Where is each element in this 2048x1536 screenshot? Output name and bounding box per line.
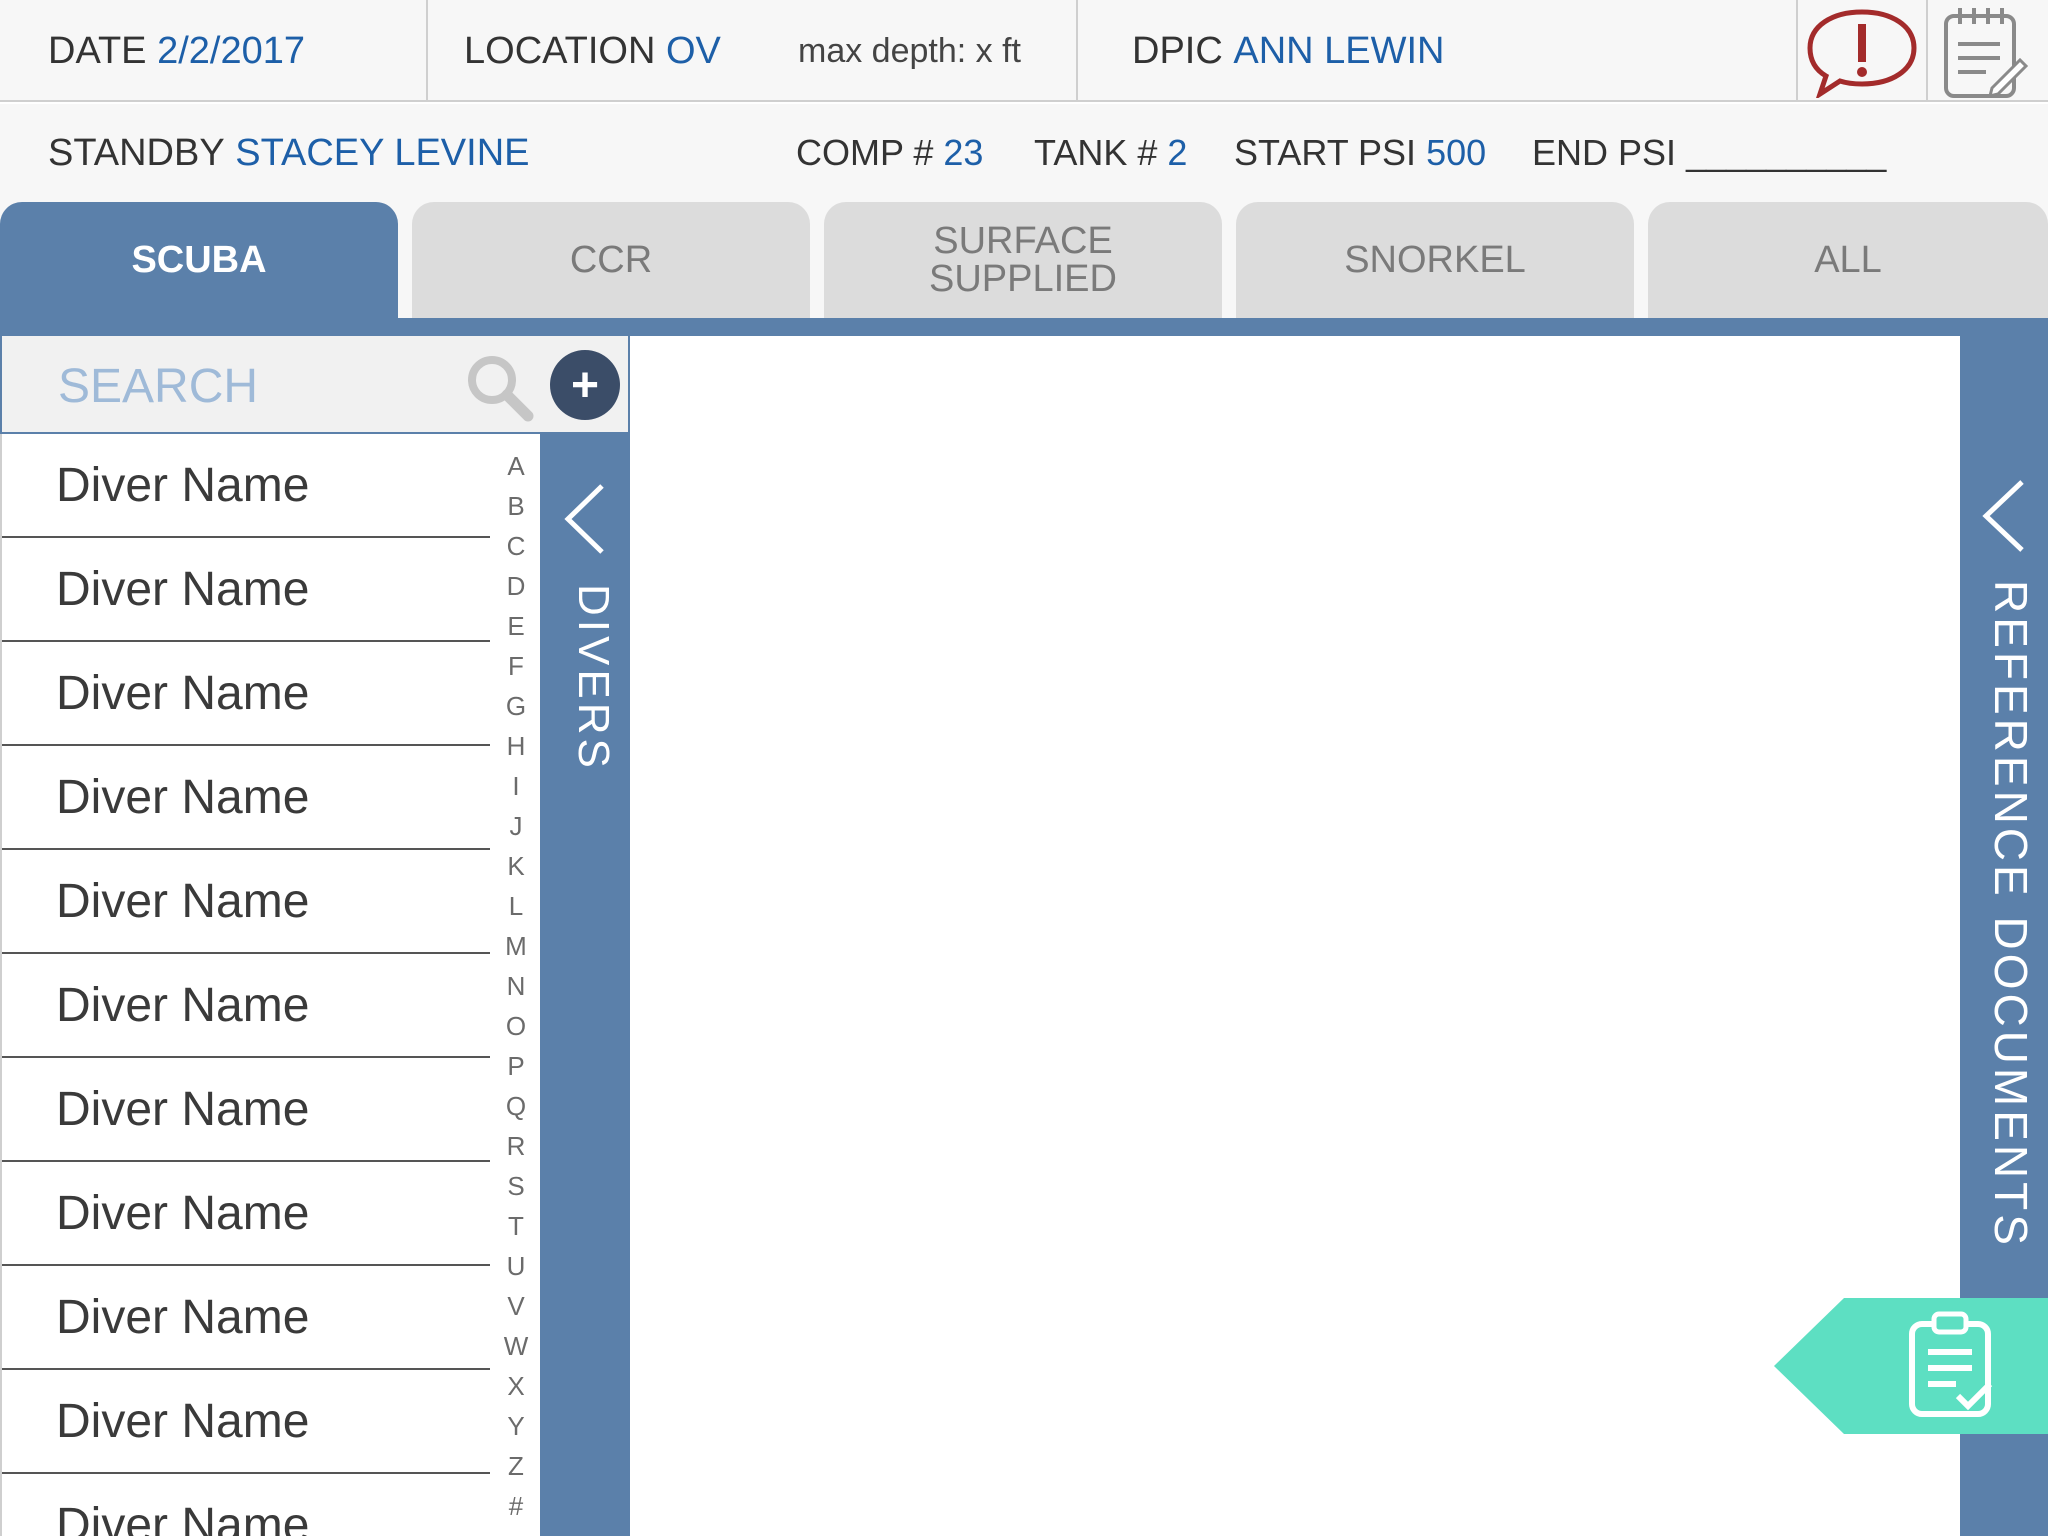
- alpha-index-letter[interactable]: J: [496, 806, 536, 846]
- alpha-index-letter[interactable]: Q: [496, 1086, 536, 1126]
- location-field[interactable]: LOCATION OV: [464, 0, 721, 102]
- tank-label: TANK #: [1034, 132, 1158, 173]
- date-label: DATE: [48, 29, 147, 72]
- tab-all[interactable]: ALL: [1648, 202, 2048, 318]
- start-psi-field[interactable]: START PSI 500: [1234, 104, 1486, 202]
- diver-list-item[interactable]: Diver Name: [2, 1266, 490, 1370]
- reference-documents-label: REFERENCE DOCUMENTS: [1985, 580, 2037, 1249]
- dive-info-bar: STANDBY STACEY LEVINE COMP # 23 TANK # 2…: [0, 104, 2048, 202]
- divider: [1076, 0, 1078, 102]
- alpha-index-letter[interactable]: W: [496, 1326, 536, 1366]
- standby-field[interactable]: STANDBY STACEY LEVINE: [48, 104, 530, 202]
- comp-value: 23: [943, 132, 984, 173]
- diver-list-item[interactable]: Diver Name: [2, 850, 490, 954]
- alpha-index-letter[interactable]: I: [496, 766, 536, 806]
- header-bar: DATE 2/2/2017 LOCATION OV max depth: x f…: [0, 0, 2048, 102]
- diver-list: Diver Name Diver Name Diver Name Diver N…: [0, 434, 490, 1536]
- dpic-field[interactable]: DPIC ANN LEWIN: [1132, 0, 1445, 102]
- date-value: 2/2/2017: [157, 29, 306, 72]
- alpha-index-letter[interactable]: O: [496, 1006, 536, 1046]
- alpha-index-letter[interactable]: F: [496, 646, 536, 686]
- tab-scuba[interactable]: SCUBA: [0, 202, 398, 318]
- alpha-index-letter[interactable]: A: [496, 446, 536, 486]
- tab-underline-band: [0, 318, 2048, 336]
- tank-field[interactable]: TANK # 2: [1034, 104, 1187, 202]
- alpha-index-letter[interactable]: Y: [496, 1406, 536, 1446]
- alpha-index-letter[interactable]: U: [496, 1246, 536, 1286]
- tab-surface-supplied[interactable]: SURFACE SUPPLIED: [824, 202, 1222, 318]
- standby-value: STACEY LEVINE: [235, 131, 530, 174]
- alpha-index-letter[interactable]: H: [496, 726, 536, 766]
- alpha-index-letter[interactable]: L: [496, 886, 536, 926]
- notepad-icon[interactable]: [1940, 4, 2030, 100]
- alpha-index-letter[interactable]: M: [496, 926, 536, 966]
- start-psi-label: START PSI: [1234, 132, 1417, 173]
- end-psi-label: END PSI: [1532, 132, 1677, 173]
- alert-speech-bubble-icon[interactable]: [1804, 6, 1920, 98]
- search-icon[interactable]: [462, 350, 538, 426]
- dpic-value: ANN LEWIN: [1233, 29, 1445, 72]
- alpha-index-letter[interactable]: E: [496, 606, 536, 646]
- divers-tab-label: DIVERS: [569, 584, 618, 772]
- comp-label: COMP #: [796, 132, 934, 173]
- alpha-index-letter[interactable]: S: [496, 1166, 536, 1206]
- alpha-index-letter[interactable]: B: [496, 486, 536, 526]
- end-psi-field[interactable]: END PSI __________: [1532, 104, 1886, 202]
- comp-field[interactable]: COMP # 23: [796, 104, 983, 202]
- alpha-index-letter[interactable]: X: [496, 1366, 536, 1406]
- alpha-index-letter[interactable]: #: [496, 1486, 536, 1526]
- tab-ccr[interactable]: CCR: [412, 202, 810, 318]
- alpha-index-letter[interactable]: C: [496, 526, 536, 566]
- diver-list-item[interactable]: Diver Name: [2, 538, 490, 642]
- location-label: LOCATION: [464, 29, 656, 72]
- standby-label: STANDBY: [48, 131, 225, 174]
- divers-panel-toggle[interactable]: DIVERS: [540, 434, 630, 1536]
- diver-list-item[interactable]: Diver Name: [2, 1162, 490, 1266]
- alphabet-index: A B C D E F G H I J K L M N O P Q R S T U V W X Y Z #: [496, 446, 536, 1536]
- add-diver-button[interactable]: +: [550, 350, 620, 420]
- alpha-index-letter[interactable]: T: [496, 1206, 536, 1246]
- alpha-index-letter[interactable]: K: [496, 846, 536, 886]
- divider: [426, 0, 428, 102]
- location-value: OV: [666, 29, 721, 72]
- tab-snorkel[interactable]: SNORKEL: [1236, 202, 1634, 318]
- diver-list-item[interactable]: Diver Name: [2, 1370, 490, 1474]
- divider: [1796, 0, 1798, 102]
- dpic-label: DPIC: [1132, 29, 1223, 72]
- date-field[interactable]: DATE 2/2/2017: [48, 0, 305, 102]
- tank-value: 2: [1167, 132, 1188, 173]
- alpha-index-letter[interactable]: G: [496, 686, 536, 726]
- divider: [1926, 0, 1928, 102]
- diver-list-item[interactable]: Diver Name: [2, 746, 490, 850]
- alpha-index-letter[interactable]: Z: [496, 1446, 536, 1486]
- max-depth[interactable]: max depth: x ft: [798, 0, 1021, 102]
- diver-list-item[interactable]: Diver Name: [2, 434, 490, 538]
- search-bar: +: [0, 336, 630, 434]
- end-psi-blank[interactable]: __________: [1686, 132, 1886, 174]
- alpha-index-letter[interactable]: R: [496, 1126, 536, 1166]
- alpha-index-letter[interactable]: D: [496, 566, 536, 606]
- alpha-index-letter[interactable]: N: [496, 966, 536, 1006]
- start-psi-value: 500: [1426, 132, 1487, 173]
- diver-list-item[interactable]: Diver Name: [2, 1474, 490, 1536]
- diver-list-item[interactable]: Diver Name: [2, 642, 490, 746]
- alpha-index-letter[interactable]: P: [496, 1046, 536, 1086]
- main-content: [630, 336, 1960, 1536]
- clipboard-check-icon: [1909, 1311, 1993, 1417]
- diver-list-item[interactable]: Diver Name: [2, 954, 490, 1058]
- search-input[interactable]: [58, 358, 438, 414]
- alpha-index-letter[interactable]: V: [496, 1286, 536, 1326]
- chevron-left-icon: [564, 484, 604, 554]
- dive-type-tabs: SCUBA CCR SURFACE SUPPLIED SNORKEL ALL: [0, 202, 2048, 318]
- chevron-left-icon: [1982, 480, 2024, 552]
- diver-list-item[interactable]: Diver Name: [2, 1058, 490, 1162]
